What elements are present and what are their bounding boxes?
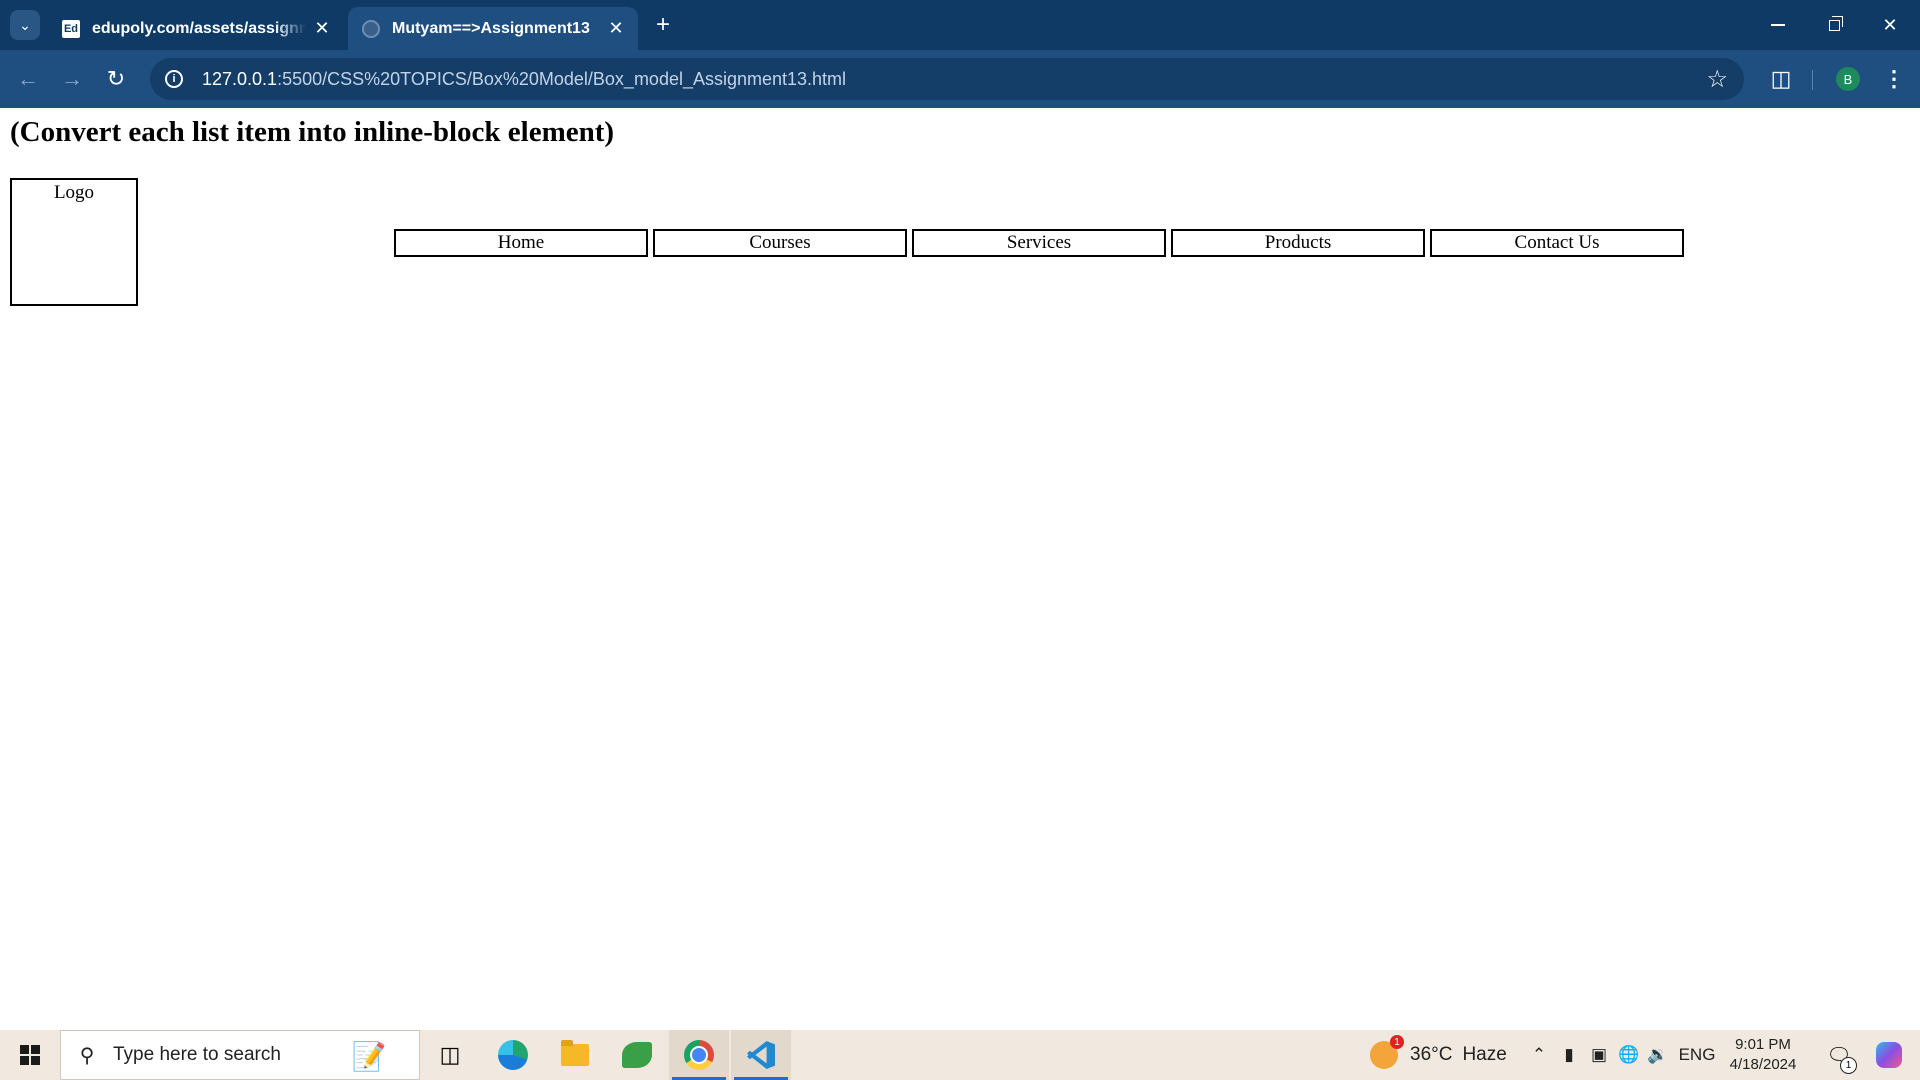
nav-item-products[interactable]: Products — [1171, 229, 1425, 257]
taskbar: ⚲ Type here to search 📝 ◫ 1 36°C Haze ⌃ … — [0, 1030, 1920, 1080]
restore-icon — [1828, 15, 1843, 31]
browser-toolbar: ← → ↻ i 127.0.0.1:5500/CSS%20TOPICS/Box%… — [0, 50, 1920, 108]
tab-assignment13[interactable]: Mutyam==>Assignment13 ✕ — [348, 7, 638, 50]
weather-badge: 1 — [1390, 1035, 1404, 1049]
arrow-left-icon: ← — [17, 66, 39, 91]
edge-icon — [498, 1040, 528, 1070]
start-button[interactable] — [0, 1030, 60, 1080]
search-highlight-image: 📝 — [351, 1040, 387, 1072]
clock-time: 9:01 PM — [1735, 1036, 1791, 1053]
extensions-button[interactable]: ◫ — [1765, 63, 1797, 95]
plus-icon: + — [655, 11, 670, 38]
back-button[interactable]: ← — [12, 63, 44, 95]
battery-icon[interactable]: ▮ — [1556, 1030, 1582, 1080]
url-text[interactable]: 127.0.0.1:5500/CSS%20TOPICS/Box%20Model/… — [202, 69, 846, 90]
edge-taskbar-button[interactable] — [483, 1030, 543, 1080]
tab-list-button[interactable]: ⌄ — [10, 10, 40, 40]
star-icon[interactable]: ☆ — [1706, 65, 1728, 94]
info-icon: i — [165, 70, 183, 88]
reload-button[interactable]: ↻ — [100, 63, 132, 95]
page-viewport: (Convert each list item into inline-bloc… — [0, 108, 1920, 1030]
chrome-icon — [684, 1040, 714, 1070]
language-indicator[interactable]: ENG — [1676, 1030, 1718, 1080]
spring-leaf-icon — [622, 1042, 652, 1068]
system-clock[interactable]: 9:01 PM 4/18/2024 — [1718, 1035, 1808, 1075]
restore-button[interactable] — [1806, 0, 1862, 50]
page-heading: (Convert each list item into inline-bloc… — [10, 116, 615, 148]
profile-avatar[interactable]: B — [1836, 67, 1860, 91]
close-window-button[interactable]: ✕ — [1862, 0, 1918, 50]
task-view-icon: ◫ — [439, 1042, 461, 1067]
weather-condition: Haze — [1462, 1044, 1507, 1065]
minimize-icon — [1771, 24, 1785, 26]
folder-icon — [561, 1040, 589, 1066]
vscode-icon — [747, 1041, 775, 1069]
nav-item-services[interactable]: Services — [912, 229, 1166, 257]
tab-edupoly[interactable]: Ed edupoly.com/assets/assignments ✕ — [48, 7, 344, 50]
edupoly-favicon-icon: Ed — [62, 19, 80, 38]
notification-center-button[interactable]: 🗨 1 — [1816, 1030, 1862, 1080]
chrome-taskbar-button[interactable] — [669, 1030, 729, 1080]
show-hidden-icons-button[interactable]: ⌃ — [1526, 1030, 1552, 1080]
file-explorer-taskbar-button[interactable] — [545, 1030, 605, 1080]
copilot-button[interactable] — [1864, 1030, 1914, 1080]
minimize-button[interactable] — [1750, 0, 1806, 50]
new-tab-button[interactable]: + — [648, 10, 678, 40]
close-icon[interactable]: ✕ — [312, 18, 332, 39]
weather-sun-icon: 1 — [1370, 1035, 1404, 1069]
kebab-menu-icon: ⋮ — [1883, 66, 1905, 91]
address-bar[interactable]: i 127.0.0.1:5500/CSS%20TOPICS/Box%20Mode… — [150, 58, 1744, 100]
weather-temp: 36°C — [1410, 1044, 1453, 1065]
taskbar-search[interactable]: ⚲ Type here to search 📝 — [60, 1030, 420, 1080]
nav-item-courses[interactable]: Courses — [653, 229, 907, 257]
clock-date: 4/18/2024 — [1729, 1056, 1797, 1073]
chevron-down-icon: ⌄ — [19, 16, 31, 33]
tab-title: edupoly.com/assets/assignments — [92, 19, 306, 37]
vscode-taskbar-button[interactable] — [731, 1030, 791, 1080]
device-icon[interactable]: ▣ — [1586, 1030, 1612, 1080]
url-path: :5500/CSS%20TOPICS/Box%20Model/Box_model… — [277, 68, 847, 89]
network-globe-icon[interactable]: 🌐 — [1616, 1030, 1642, 1080]
browser-menu-button[interactable]: ⋮ — [1880, 63, 1908, 95]
chevron-up-icon: ⌃ — [1531, 1045, 1547, 1064]
nav-item-contact-us[interactable]: Contact Us — [1430, 229, 1684, 257]
browser-tab-bar: ⌄ Ed edupoly.com/assets/assignments ✕ Mu… — [0, 0, 1920, 50]
reload-icon: ↻ — [106, 66, 126, 91]
arrow-right-icon: → — [61, 66, 83, 91]
url-host: 127.0.0.1 — [202, 68, 278, 89]
notification-count: 1 — [1840, 1057, 1857, 1074]
globe-icon — [362, 19, 380, 38]
logo-label: Logo — [53, 182, 95, 203]
volume-icon[interactable]: 🔉 — [1645, 1030, 1671, 1080]
tab-title: Mutyam==>Assignment13 — [392, 19, 590, 37]
task-view-button[interactable]: ◫ — [420, 1030, 480, 1080]
puzzle-icon: ◫ — [1770, 66, 1792, 91]
search-placeholder: Type here to search — [113, 1044, 281, 1065]
toolbar-divider — [1812, 70, 1813, 90]
spring-tool-taskbar-button[interactable] — [607, 1030, 667, 1080]
copilot-icon — [1876, 1042, 1902, 1068]
close-icon: ✕ — [1882, 14, 1898, 35]
forward-button[interactable]: → — [56, 63, 88, 95]
logo-box: Logo — [10, 178, 138, 306]
close-icon[interactable]: ✕ — [606, 18, 626, 39]
windows-logo-icon — [20, 1045, 40, 1065]
nav-list: Home Courses Services Products Contact Us — [394, 229, 1689, 257]
site-info-button[interactable]: i — [162, 67, 186, 91]
nav-item-home[interactable]: Home — [394, 229, 648, 257]
weather-widget[interactable]: 1 36°C Haze — [1370, 1030, 1507, 1080]
search-icon: ⚲ — [79, 1044, 95, 1067]
